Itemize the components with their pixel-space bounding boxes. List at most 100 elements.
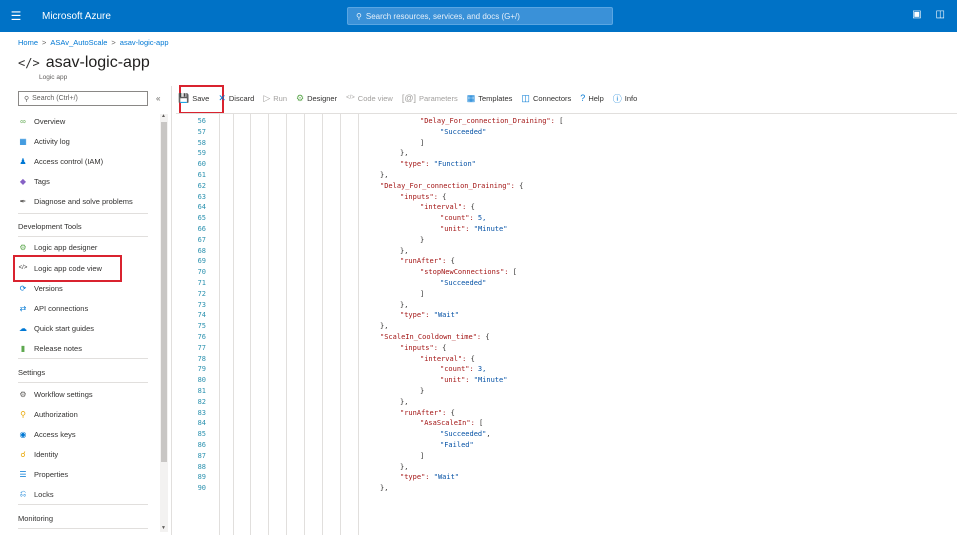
line-number: 85 bbox=[197, 430, 206, 439]
designer-button[interactable]: ⚙ Designer bbox=[296, 93, 337, 104]
line-number: 88 bbox=[197, 462, 206, 471]
sidebar-item-label: Locks bbox=[34, 489, 54, 499]
code-line[interactable]: 75}, bbox=[176, 321, 957, 332]
templates-button[interactable]: ▦ Templates bbox=[467, 93, 513, 104]
connectors-button[interactable]: ◫ Connectors bbox=[521, 93, 571, 104]
code-line[interactable]: 77 "inputs": { bbox=[176, 343, 957, 354]
code-editor[interactable]: 56 "Delay_For_connection_Draining": [57 "S… bbox=[176, 113, 957, 535]
discard-button[interactable]: ✕ Discard bbox=[218, 93, 254, 104]
global-search-input[interactable]: ⚲ Search resources, services, and docs (… bbox=[347, 7, 613, 25]
code-line[interactable]: 63 "inputs": { bbox=[176, 192, 957, 203]
code-view-label: Code view bbox=[357, 93, 393, 103]
breadcrumb-logic-app[interactable]: asav-logic-app bbox=[120, 38, 169, 47]
line-number: 65 bbox=[197, 214, 206, 223]
breadcrumb-home[interactable]: Home bbox=[18, 38, 38, 47]
sidebar-item-quick-start[interactable]: ☁ Quick start guides bbox=[18, 320, 94, 336]
sidebar: ⚲ Search (Ctrl+/) « ∞ Overview ▦ Activity … bbox=[0, 86, 172, 535]
line-number: 73 bbox=[197, 300, 206, 309]
code-line[interactable]: 64 "interval": { bbox=[176, 202, 957, 213]
highlight-code-view bbox=[13, 255, 122, 282]
code-line[interactable]: 78 "interval": { bbox=[176, 354, 957, 365]
sidebar-item-activity-log[interactable]: ▦ Activity log bbox=[18, 133, 70, 149]
code-line[interactable]: 82}, bbox=[176, 397, 957, 408]
code-line[interactable]: 66 "unit": "Minute" bbox=[176, 224, 957, 235]
code-line[interactable]: 85 "Succeeded", bbox=[176, 429, 957, 440]
code-line[interactable]: 72] bbox=[176, 289, 957, 300]
sidebar-item-authorization[interactable]: ⚲ Authorization bbox=[18, 406, 78, 422]
discard-label: Discard bbox=[228, 93, 255, 103]
code-line[interactable]: 83 "runAfter": { bbox=[176, 408, 957, 419]
breadcrumb: Home > ASAv_AutoScale > asav-logic-app bbox=[18, 38, 169, 47]
cloud-shell-icon[interactable]: ▣ bbox=[912, 9, 921, 20]
line-number: 67 bbox=[197, 235, 206, 244]
brand-label[interactable]: Microsoft Azure bbox=[42, 11, 111, 22]
sidebar-item-iam[interactable]: ♟ Access control (IAM) bbox=[18, 153, 103, 169]
sidebar-item-label: Release notes bbox=[34, 343, 82, 353]
code-line[interactable]: 73}, bbox=[176, 300, 957, 311]
code-line[interactable]: 68}, bbox=[176, 246, 957, 257]
hamburger-icon[interactable]: ☰ bbox=[0, 0, 32, 32]
code-line[interactable]: 86 "Failed" bbox=[176, 440, 957, 451]
sidebar-item-access-keys[interactable]: ◉ Access keys bbox=[18, 426, 76, 442]
sidebar-item-label: Identity bbox=[34, 449, 59, 459]
sidebar-item-locks[interactable]: ⎌ Locks bbox=[18, 486, 54, 502]
code-line[interactable]: 70 "stopNewConnections": [ bbox=[176, 267, 957, 278]
code-text: "stopNewConnections": [ bbox=[420, 268, 517, 277]
code-line[interactable]: 88}, bbox=[176, 462, 957, 473]
code-line[interactable]: 60 "type": "Function" bbox=[176, 159, 957, 170]
code-text: "count": 3, bbox=[440, 365, 487, 374]
code-line[interactable]: 62 "Delay_For_connection_Draining": { bbox=[176, 181, 957, 192]
sidebar-item-versions[interactable]: ⟳ Versions bbox=[18, 280, 63, 296]
code-line[interactable]: 81} bbox=[176, 386, 957, 397]
save-button[interactable]: 💾 Save bbox=[178, 93, 209, 104]
run-button[interactable]: ▷ Run bbox=[263, 93, 287, 104]
code-line[interactable]: 58] bbox=[176, 138, 957, 149]
line-number: 71 bbox=[197, 279, 206, 287]
sidebar-item-logic-app-designer[interactable]: ⚙ Logic app designer bbox=[18, 239, 97, 255]
parameters-button[interactable]: [@] Parameters bbox=[402, 93, 458, 103]
code-line[interactable]: 67} bbox=[176, 235, 957, 246]
line-number: 70 bbox=[197, 268, 206, 277]
code-line[interactable]: 87] bbox=[176, 451, 957, 462]
code-line[interactable]: 74 "type": "Wait" bbox=[176, 310, 957, 321]
sidebar-item-overview[interactable]: ∞ Overview bbox=[18, 113, 65, 129]
code-line[interactable]: 80 "unit": "Minute" bbox=[176, 375, 957, 386]
code-line[interactable]: 59}, bbox=[176, 148, 957, 159]
code-line[interactable]: 61}, bbox=[176, 170, 957, 181]
sidebar-item-workflow-settings[interactable]: ⚙ Workflow settings bbox=[18, 386, 92, 402]
divider bbox=[18, 528, 148, 529]
scroll-down-arrow-icon[interactable]: ▼ bbox=[161, 525, 166, 531]
code-line[interactable]: 69 "runAfter": { bbox=[176, 256, 957, 267]
connectors-icon: ◫ bbox=[521, 92, 530, 103]
sidebar-search-input[interactable]: ⚲ Search (Ctrl+/) bbox=[18, 91, 148, 106]
info-button[interactable]: ⓘ Info bbox=[613, 92, 638, 105]
code-text: }, bbox=[400, 397, 409, 406]
sidebar-item-release-notes[interactable]: ▮ Release notes bbox=[18, 340, 82, 356]
scroll-up-arrow-icon[interactable]: ▲ bbox=[161, 113, 166, 119]
code-line[interactable]: 71 "Succeeded" bbox=[176, 278, 957, 289]
sidebar-item-diagnose[interactable]: ✒ Diagnose and solve problems bbox=[18, 193, 133, 209]
sidebar-item-properties[interactable]: ☰ Properties bbox=[18, 466, 68, 482]
code-text: "Failed" bbox=[440, 441, 474, 449]
help-button[interactable]: ? Help bbox=[580, 93, 603, 103]
overview-icon: ∞ bbox=[20, 116, 26, 126]
sidebar-item-identity[interactable]: ☌ Identity bbox=[18, 446, 58, 462]
code-line[interactable]: 79 "count": 3, bbox=[176, 364, 957, 375]
code-line[interactable]: 89 "type": "Wait" bbox=[176, 472, 957, 483]
sidebar-item-tags[interactable]: ◆ Tags bbox=[18, 173, 50, 189]
sidebar-scroll-thumb[interactable] bbox=[161, 122, 167, 462]
gear-icon: ⚙ bbox=[19, 389, 27, 399]
collapse-sidebar-icon[interactable]: « bbox=[156, 94, 160, 103]
sidebar-item-api-connections[interactable]: ⇄ API connections bbox=[18, 300, 89, 316]
code-line[interactable]: 65 "count": 5, bbox=[176, 213, 957, 224]
code-line[interactable]: 57 "Succeeded" bbox=[176, 127, 957, 138]
api-connections-icon: ⇄ bbox=[19, 303, 27, 313]
code-line[interactable]: 56 "Delay_For_connection_Draining": [ bbox=[176, 116, 957, 127]
code-line[interactable]: 90}, bbox=[176, 483, 957, 494]
code-line[interactable]: 76 "ScaleIn_Cooldown_time": { bbox=[176, 332, 957, 343]
directory-filter-icon[interactable]: ◫ bbox=[936, 9, 945, 20]
code-line[interactable]: 84 "AsaScaleIn": [ bbox=[176, 418, 957, 429]
line-number: 56 bbox=[197, 117, 206, 125]
code-view-button[interactable]: </> Code view bbox=[346, 94, 393, 103]
breadcrumb-resource-group[interactable]: ASAv_AutoScale bbox=[50, 38, 107, 47]
